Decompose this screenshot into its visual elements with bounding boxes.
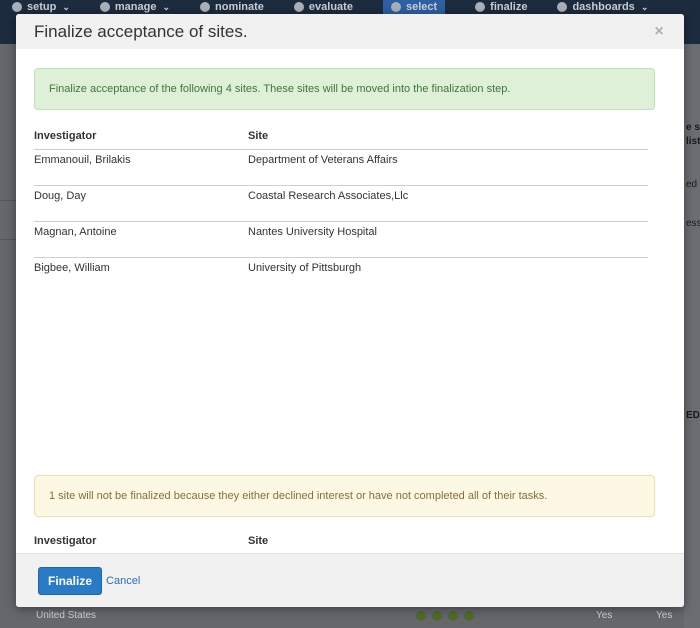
nav-evaluate: evaluate	[293, 0, 353, 14]
investigator-cell: Magnan, Antoine	[34, 221, 248, 258]
background-left-strip	[0, 200, 16, 240]
column-header-investigator: Investigator	[34, 123, 248, 150]
investigator-cell: Doug, Day	[34, 185, 248, 222]
nav-finalize: finalize	[475, 0, 527, 14]
column-header-site: Site	[248, 123, 648, 150]
modal-header: Finalize acceptance of sites. ×	[16, 14, 684, 49]
site-cell: University of Pittsburgh	[248, 261, 362, 274]
investigator-cell: Emmanouil, Brilakis	[34, 149, 248, 186]
nav-select: select	[382, 0, 446, 14]
background-status-dots	[416, 611, 480, 621]
modal-body[interactable]: Finalize acceptance of the following 4 s…	[16, 49, 684, 553]
gear-icon	[12, 2, 22, 12]
site-cell: Coastal Research Associates,Llc	[248, 185, 648, 222]
chevron-down-icon: ⌄	[62, 2, 70, 12]
not-finalized-table-header: Investigator Site	[34, 535, 648, 547]
warning-message: 1 site will not be finalized because the…	[49, 490, 548, 502]
cancel-link[interactable]: Cancel	[106, 575, 140, 587]
modal-footer: Finalize Cancel	[16, 553, 684, 607]
thumbs-up-icon	[200, 2, 211, 12]
close-icon[interactable]: ×	[650, 23, 668, 41]
search-icon	[293, 2, 304, 12]
check-circle-icon	[475, 2, 486, 12]
background-right-fragments: e sit list ed ( ess ED	[684, 44, 700, 628]
table-row: Bigbee, William University of Pittsburgh	[34, 257, 648, 293]
table-header-row: Investigator Site	[34, 123, 648, 150]
investigator-cell: Bigbee, William	[34, 261, 110, 274]
success-alert: Finalize acceptance of the following 4 s…	[34, 68, 655, 110]
table-row: Emmanouil, Brilakis Department of Vetera…	[34, 149, 648, 186]
warning-alert: 1 site will not be finalized because the…	[34, 475, 655, 517]
modal-title: Finalize acceptance of sites.	[34, 21, 248, 41]
finalize-button[interactable]: Finalize	[38, 566, 103, 595]
site-cell: Nantes University Hospital	[248, 221, 648, 258]
user-icon	[99, 2, 110, 12]
sites-to-finalize-table: Investigator Site Emmanouil, Brilakis De…	[34, 123, 648, 293]
table-row: Magnan, Antoine Nantes University Hospit…	[34, 221, 648, 258]
list-icon	[390, 2, 401, 12]
nav-manage: manage ⌄	[99, 0, 171, 14]
nav-setup: setup ⌄	[12, 0, 70, 14]
pie-chart-icon	[557, 2, 568, 12]
nav-dashboards: dashboards ⌄	[557, 0, 648, 14]
nav-nominate: nominate	[200, 0, 264, 14]
finalize-modal: Finalize acceptance of sites. × Finalize…	[16, 14, 684, 607]
chevron-down-icon: ⌄	[640, 2, 649, 12]
table-row: Doug, Day Coastal Research Associates,Ll…	[34, 185, 648, 222]
column-header-investigator: Investigator	[34, 535, 97, 547]
site-cell: Department of Veterans Affairs	[248, 149, 648, 186]
background-table-row: United States Yes Yes	[36, 610, 673, 621]
chevron-down-icon: ⌄	[162, 2, 171, 12]
success-message: Finalize acceptance of the following 4 s…	[49, 83, 511, 95]
column-header-site: Site	[248, 535, 269, 547]
